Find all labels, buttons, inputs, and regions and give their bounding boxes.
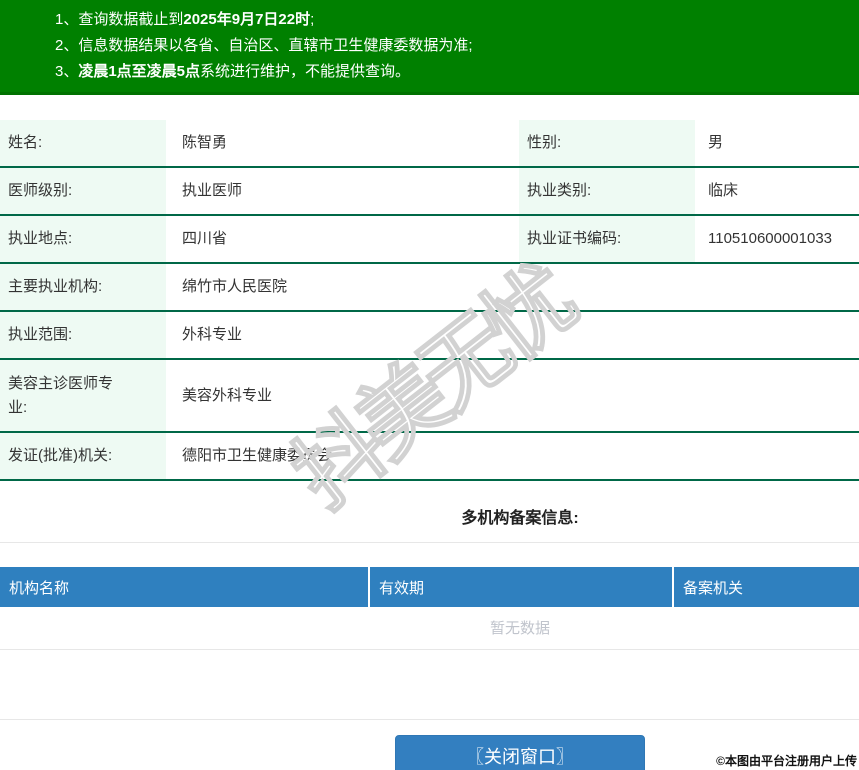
notice-text: 信息数据结果以各省、自治区、直辖市卫生健康委数据为准; bbox=[78, 37, 473, 54]
notice-highlight: 凌晨1点至凌晨5点 bbox=[78, 63, 201, 80]
field-value-practice-location: 四川省 bbox=[182, 230, 228, 247]
field-value-issuing-authority: 德阳市卫生健康委员会 bbox=[182, 447, 333, 464]
filing-table-header: 机构名称 有效期 备案机关 bbox=[0, 567, 859, 607]
divider bbox=[0, 542, 859, 543]
field-label-practice-category: 执业类别: bbox=[519, 168, 695, 214]
empty-data-text: 暂无数据 bbox=[489, 620, 550, 637]
notice-line-3: 3、凌晨1点至凌晨5点系统进行维护，不能提供查询。 bbox=[55, 59, 859, 85]
notice-number: 3、 bbox=[55, 63, 79, 80]
close-window-button[interactable]: 〖关闭窗口〗 bbox=[395, 735, 645, 770]
field-label-practice-location: 执业地点: bbox=[0, 216, 166, 262]
field-label-issuing-authority: 发证(批准)机关: bbox=[0, 433, 166, 479]
table-row: 医师级别: 执业医师 执业类别: 临床 bbox=[0, 168, 859, 216]
table-row: 发证(批准)机关: 德阳市卫生健康委员会 bbox=[0, 433, 859, 481]
field-value-doctor-level: 执业医师 bbox=[182, 182, 243, 199]
field-label-gender: 性别: bbox=[519, 120, 695, 166]
notice-text: 系统进行维护，不能提供查询。 bbox=[200, 63, 411, 80]
divider bbox=[0, 719, 859, 720]
field-value-practice-scope: 外科专业 bbox=[182, 326, 243, 343]
column-header-filing-authority: 备案机关 bbox=[672, 567, 859, 607]
table-row: 姓名: 陈智勇 性别: 男 bbox=[0, 120, 859, 168]
field-value-name: 陈智勇 bbox=[182, 134, 228, 151]
field-value-certificate-code: 110510600001033 bbox=[708, 230, 833, 247]
notice-text: ; bbox=[310, 11, 315, 28]
practitioner-info-table: 姓名: 陈智勇 性别: 男 医师级别: 执业医师 执业类别: 临床 执业地点: … bbox=[0, 120, 859, 481]
field-label-main-institution: 主要执业机构: bbox=[0, 264, 166, 310]
field-label-name: 姓名: bbox=[0, 120, 166, 166]
divider bbox=[0, 649, 859, 650]
notice-highlight: 2025年9月7日22时 bbox=[183, 11, 311, 28]
field-value-cosmetic-specialty: 美容外科专业 bbox=[182, 386, 273, 404]
field-label-doctor-level: 医师级别: bbox=[0, 168, 166, 214]
field-label-cosmetic-specialty: 美容主诊医师专业: bbox=[0, 360, 166, 431]
field-label-practice-scope: 执业范围: bbox=[0, 312, 166, 358]
notice-banner: 1、查询数据截止到2025年9月7日22时; 2、信息数据结果以各省、自治区、直… bbox=[0, 0, 859, 95]
notice-line-2: 2、信息数据结果以各省、自治区、直辖市卫生健康委数据为准; bbox=[55, 33, 859, 59]
field-value-gender: 男 bbox=[708, 134, 724, 151]
notice-line-1: 1、查询数据截止到2025年9月7日22时; bbox=[55, 7, 859, 33]
table-row: 主要执业机构: 绵竹市人民医院 bbox=[0, 264, 859, 312]
notice-number: 1、 bbox=[55, 11, 79, 28]
filing-section-heading: 多机构备案信息: bbox=[461, 510, 579, 527]
notice-number: 2、 bbox=[55, 37, 79, 54]
query-result-page: 1、查询数据截止到2025年9月7日22时; 2、信息数据结果以各省、自治区、直… bbox=[0, 0, 859, 770]
image-attribution-text: ©本图由平台注册用户上传 bbox=[716, 754, 857, 768]
table-row: 执业范围: 外科专业 bbox=[0, 312, 859, 360]
table-row: 美容主诊医师专业: 美容外科专业 bbox=[0, 360, 859, 433]
notice-text: 查询数据截止到 bbox=[78, 11, 184, 28]
column-header-validity-period: 有效期 bbox=[368, 567, 672, 607]
table-row: 执业地点: 四川省 执业证书编码: 110510600001033 bbox=[0, 216, 859, 264]
field-value-practice-category: 临床 bbox=[708, 182, 739, 199]
field-label-certificate-code: 执业证书编码: bbox=[519, 216, 695, 262]
column-header-institution-name: 机构名称 bbox=[0, 567, 368, 607]
field-value-main-institution: 绵竹市人民医院 bbox=[182, 278, 288, 295]
